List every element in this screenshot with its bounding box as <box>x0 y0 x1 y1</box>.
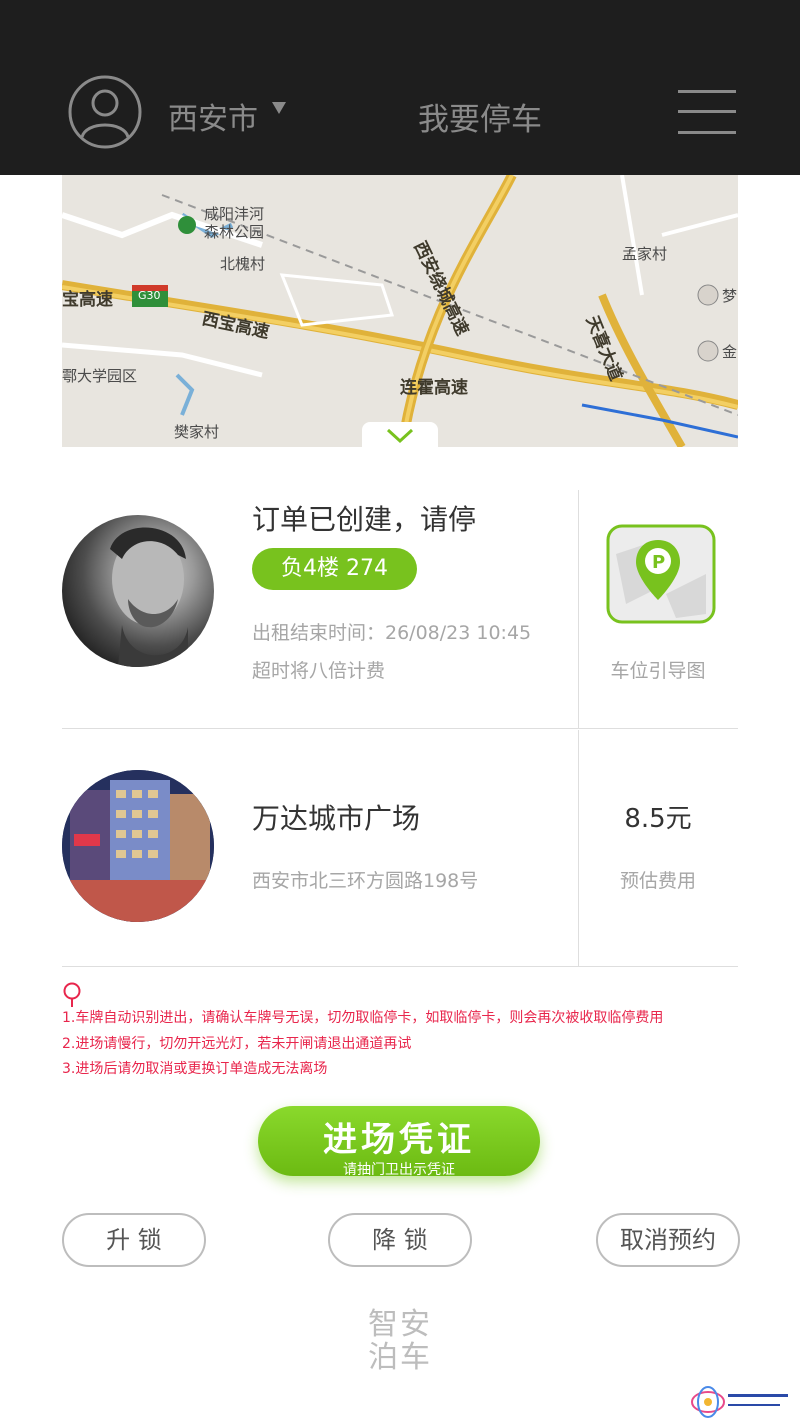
lower-lock-button[interactable]: 降 锁 <box>328 1213 472 1267</box>
road-label-lianhuo: 连霍高速 <box>400 378 468 398</box>
map-label-g30: G30 <box>138 289 161 302</box>
parking-guide-map-icon[interactable]: P <box>606 524 716 624</box>
map-view[interactable]: 咸阳沣河 森林公园 北槐村 孟家村 鄠大学园区 樊家村 G30 宝高速 西宝高速… <box>62 175 738 447</box>
entry-voucher-button[interactable]: 进场凭证 请抽门卫出示凭证 <box>258 1106 540 1178</box>
map-label-mengjia: 孟家村 <box>622 245 668 263</box>
map-label-fanjia: 樊家村 <box>174 423 220 441</box>
entry-voucher-label: 进场凭证 <box>323 1120 475 1160</box>
divider <box>62 966 738 967</box>
caret-down-icon[interactable] <box>272 102 286 114</box>
app-logo-line1: 智安 <box>368 1307 432 1342</box>
app-logo-line2: 泊车 <box>368 1340 432 1375</box>
estimated-fee-label: 预估费用 <box>619 870 696 892</box>
parking-guide-label[interactable]: 车位引导图 <box>578 656 738 683</box>
order-status: 订单已创建，请停 <box>252 503 477 536</box>
location-pin-icon <box>63 982 81 1007</box>
road-label-xibao-left: 宝高速 <box>62 290 113 310</box>
overtime-notice: 超时将八倍计费 <box>252 660 386 682</box>
notice-line-2: 2.进场请慢行，切勿开远光灯，若未开闸请退出通道再试 <box>62 1036 412 1052</box>
app-logo: 智安 泊车 <box>360 1308 440 1374</box>
chevron-down-icon <box>386 428 414 444</box>
top-bar: 西安市 我要停车 <box>0 0 800 175</box>
user-avatar-icon[interactable] <box>68 75 142 149</box>
notice-line-1: 1.车牌自动识别进出，请确认车牌号无误，切勿取临停卡，如取临停卡，则会再次被收取… <box>62 1010 664 1026</box>
map-label-park: 咸阳沣河 森林公园 <box>204 205 265 241</box>
estimated-fee: 8.5元 <box>624 804 692 834</box>
parking-lot-address: 西安市北三环方圆路198号 <box>252 870 479 892</box>
entry-voucher-sublabel: 请抽门卫出示凭证 <box>343 1162 455 1178</box>
divider <box>62 728 738 729</box>
parking-spot-badge: 负4楼 274 <box>252 548 417 590</box>
svg-text:P: P <box>652 552 665 573</box>
divider <box>578 490 579 728</box>
raise-lock-button[interactable]: 升 锁 <box>62 1213 206 1267</box>
page-title: 我要停车 <box>418 102 542 138</box>
cancel-reservation-button[interactable]: 取消预约 <box>596 1213 740 1267</box>
parking-lot-name: 万达城市广场 <box>252 802 421 835</box>
map-label-daxue: 鄠大学园区 <box>62 367 138 385</box>
watermark-logo <box>691 1386 788 1418</box>
notice-line-3: 3.进场后请勿取消或更换订单造成无法离场 <box>62 1061 328 1077</box>
map-label-meng: 梦 <box>722 287 738 305</box>
map-label-jin: 金 <box>722 343 738 361</box>
divider <box>578 730 579 966</box>
user-photo <box>62 515 214 667</box>
rental-end-time: 出租结束时间：26/08/23 10:45 <box>252 622 532 644</box>
hamburger-menu-icon[interactable] <box>678 90 736 134</box>
parking-lot-photo <box>62 770 214 922</box>
map-label-beihuai: 北槐村 <box>220 255 266 273</box>
city-selector[interactable]: 西安市 <box>168 94 258 138</box>
map-roads <box>62 175 738 447</box>
map-collapse-toggle[interactable] <box>362 422 438 450</box>
